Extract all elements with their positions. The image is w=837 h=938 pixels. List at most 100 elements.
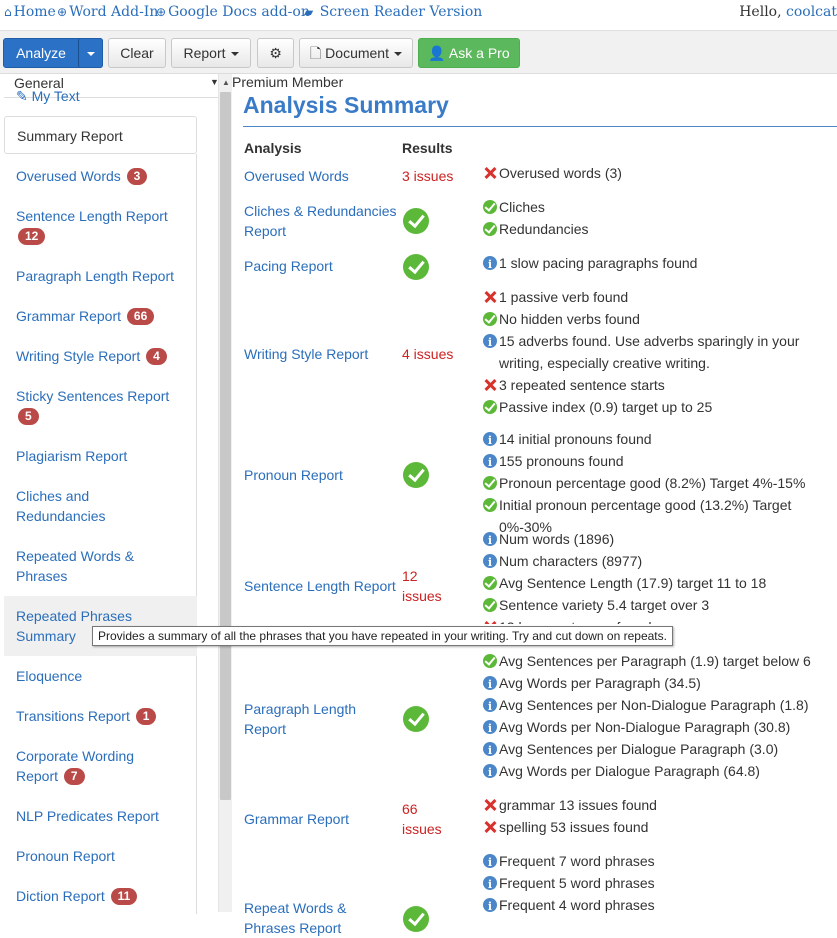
info-icon [483,762,497,784]
result-issues: 3 issues [402,168,454,184]
sidebar-item-paragraph-length[interactable]: Paragraph Length Report [4,266,197,286]
sidebar-item-sticky-sentences[interactable]: Sticky Sentences Report 5 [4,386,197,426]
detail-item: Avg Sentences per Paragraph (1.9) target… [483,650,833,672]
count-badge: 3 [126,168,148,185]
check-circle-icon [403,462,429,488]
analysis-link-grammar[interactable]: Grammar Report [244,809,404,829]
google-docs-link[interactable]: ⊕ Google Docs add-on [156,4,310,20]
result-details: Cliches Redundancies [483,196,833,240]
info-icon [483,696,497,718]
home-link[interactable]: ⌂ Home [4,4,56,20]
result-issues: 66 issues [402,801,442,837]
analyze-dropdown-toggle[interactable] [78,38,103,68]
sidebar-item-pronoun[interactable]: Pronoun Report [4,846,197,866]
analysis-link-writing-style[interactable]: Writing Style Report [244,344,404,364]
sidebar-item-corporate-wording[interactable]: Corporate Wording Report 7 [4,746,154,786]
detail-item: Avg Words per Paragraph (34.5) [483,672,833,696]
cross-icon [483,798,497,812]
info-icon [483,740,497,762]
cross-icon [483,290,497,304]
clear-button[interactable]: Clear [108,38,166,68]
sidebar-item-writing-style[interactable]: Writing Style Report 4 [4,346,197,366]
caret-down-icon [393,52,402,57]
result-issues: 4 issues [402,346,454,362]
count-badge: 12 [18,228,46,245]
analysis-link-pacing[interactable]: Pacing Report [244,256,404,276]
sidebar: General ▼ ✎ My Text Summary Report Overu… [0,74,224,914]
detail-item: Num characters (8977) [483,550,833,574]
analysis-link-cliches[interactable]: Cliches & Redundancies Report [244,201,402,241]
report-dropdown-button[interactable]: Report [171,38,251,68]
detail-item: Avg Words per Non-Dialogue Paragraph (30… [483,716,833,740]
ask-a-pro-button[interactable]: 👤 Ask a Pro [418,38,520,68]
check-icon [483,576,497,590]
detail-item: No hidden verbs found [483,308,833,330]
sidebar-item-eloquence[interactable]: Eloquence [4,666,197,686]
column-header-analysis: Analysis [244,140,302,156]
detail-item: Avg Words per Dialogue Paragraph (64.8) [483,760,833,784]
count-badge: 1 [135,708,157,725]
check-icon [483,598,497,612]
user-link[interactable]: coolcat [786,4,837,20]
info-icon [483,254,497,276]
edit-icon: ✎ [16,88,28,104]
screen-reader-link[interactable]: ▰ Screen Reader Version [304,4,482,20]
analysis-link-overused-words[interactable]: Overused Words [244,166,404,186]
download-circle-icon: ⊕ [57,5,68,19]
info-icon [483,332,497,354]
gear-icon: ⚙ [269,45,282,61]
check-circle-icon [403,208,429,234]
analysis-link-paragraph-length[interactable]: Paragraph Length Report [244,699,384,739]
count-badge: 66 [126,308,155,325]
sidebar-tooltip: Provides a summary of all the phrases th… [92,626,673,646]
sidebar-item-plagiarism[interactable]: Plagiarism Report [4,446,197,466]
result-details: Num words (1896) Num characters (8977) A… [483,528,833,624]
analysis-link-repeat-words[interactable]: Repeat Words & Phrases Report [244,898,374,938]
caret-down-icon [86,52,95,57]
info-icon [483,874,497,896]
count-badge: 4 [146,348,167,365]
check-icon [483,222,497,236]
document-dropdown-button[interactable]: 🗋 Document [299,38,413,68]
user-greeting: Hello, coolcat [739,4,837,20]
info-icon [483,552,497,574]
analysis-link-pronoun[interactable]: Pronoun Report [244,465,404,485]
my-text-link[interactable]: ✎ My Text [16,88,80,105]
detail-item: 14 initial pronouns found [483,428,837,452]
result-details: 1 passive verb found No hidden verbs fou… [483,286,833,418]
detail-item: Sentence variety 5.4 target over 3 [483,594,833,616]
word-addin-link[interactable]: ⊕ Word Add-In [57,4,158,20]
detail-item: 15 adverbs found. Use adverbs sparingly … [483,330,833,374]
count-badge: 7 [63,768,85,785]
sidebar-scrollbar[interactable]: ▲ [218,74,232,912]
sidebar-item-overused-words[interactable]: Overused Words 3 [4,166,197,186]
sidebar-item-nlp-predicates[interactable]: NLP Predicates Report [4,806,197,826]
scroll-up-arrow-icon[interactable]: ▲ [222,78,230,87]
analysis-link-sentence-length[interactable]: Sentence Length Report [244,576,404,596]
detail-item: Frequent 5 word phrases [483,872,833,896]
detail-item: spelling 53 issues found [483,816,833,838]
sidebar-item-cliches[interactable]: Cliches and Redundancies [4,486,154,526]
membership-label: Premium Member [232,74,344,90]
sidebar-item-grammar[interactable]: Grammar Report 66 [4,306,197,326]
sidebar-item-repeated-words[interactable]: Repeated Words & Phrases [4,546,154,586]
info-icon [483,852,497,874]
sidebar-report-list: Overused Words 3 Sentence Length Report 1… [4,154,197,914]
settings-button[interactable]: ⚙ [257,38,294,68]
count-badge: 5 [18,408,39,425]
cross-icon [483,620,497,624]
info-icon [483,718,497,740]
check-icon [483,654,497,668]
sidebar-item-transitions[interactable]: Transitions Report 1 [4,706,197,726]
sidebar-item-diction[interactable]: Diction Report 11 [4,886,197,906]
page-title: Analysis Summary [243,92,449,118]
book-icon: ▰ [304,5,314,19]
detail-item: Num words (1896) [483,528,833,552]
sidebar-item-summary-report[interactable]: Summary Report [4,116,197,154]
detail-item: Frequent 4 word phrases [483,894,833,918]
home-icon: ⌂ [4,5,12,19]
sidebar-item-sentence-length[interactable]: Sentence Length Report 12 [4,206,197,246]
detail-item: 155 pronouns found [483,450,837,474]
scrollbar-thumb[interactable] [220,92,231,800]
download-circle-icon: ⊕ [156,5,167,19]
